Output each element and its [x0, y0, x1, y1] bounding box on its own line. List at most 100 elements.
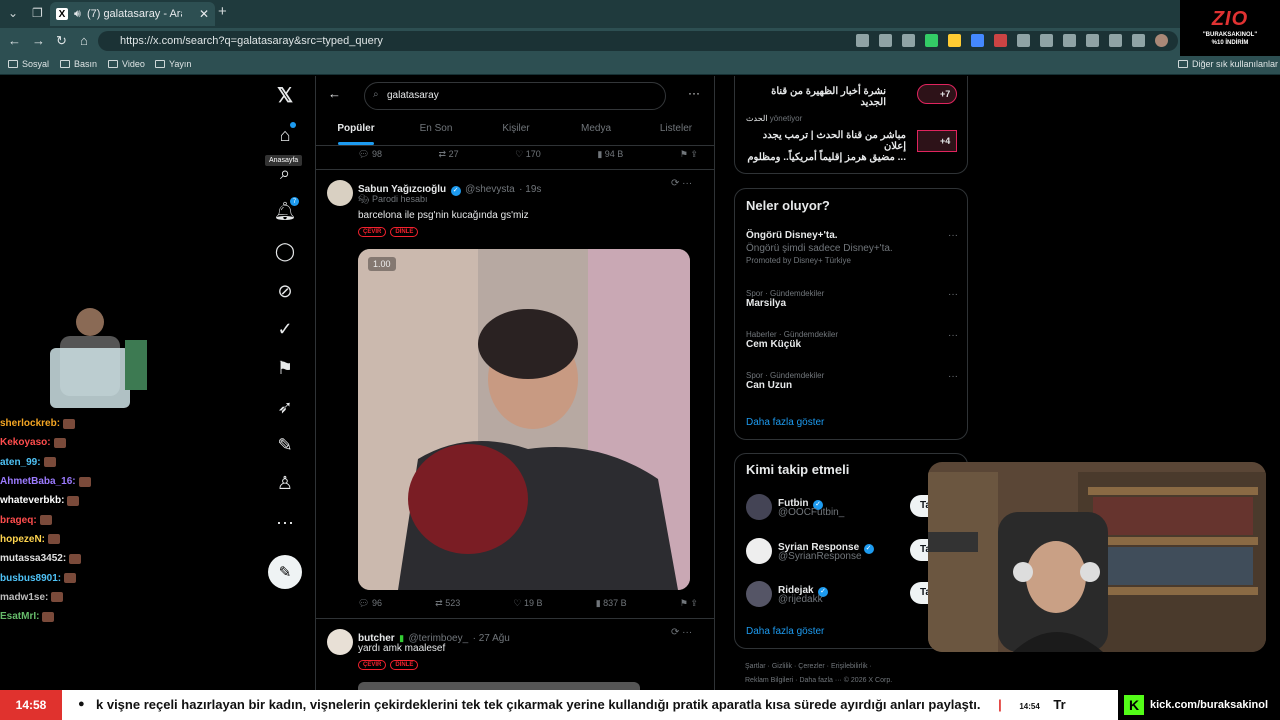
translate-chip[interactable]: ÇEVİR	[358, 660, 387, 670]
trend-more-icon[interactable]: ···	[948, 330, 958, 341]
extension-icon[interactable]	[948, 34, 961, 47]
news-badge[interactable]: +7	[917, 84, 957, 104]
lists-icon[interactable]: ✎	[270, 430, 300, 460]
chat-username[interactable]: madw1se:	[0, 592, 48, 603]
author-handle[interactable]: @shevysta	[465, 184, 515, 195]
new-tab-button[interactable]: +	[218, 3, 227, 20]
promoted-trend[interactable]: Öngörü Disney+'ta. Öngörü şimdi sadece D…	[746, 230, 958, 265]
notifications-icon[interactable]: 🔔︎ 7	[270, 196, 300, 226]
translate-chip[interactable]: ÇEVİR	[358, 227, 387, 237]
compose-button[interactable]: ✎	[268, 555, 302, 589]
emote-icon	[67, 495, 80, 506]
tab-actions-icon[interactable]: ❐	[32, 6, 43, 20]
trend-more-icon[interactable]: ···	[948, 289, 958, 300]
verified-icon[interactable]: ✓	[270, 314, 300, 344]
tweet-video[interactable]: 1.00	[358, 249, 690, 590]
chat-username[interactable]: sherlockreb:	[0, 418, 60, 429]
tab-people[interactable]: Kişiler	[476, 114, 556, 145]
trend-item[interactable]: Haberler · Gündemdekiler Cem Küçük ···	[746, 330, 958, 350]
home-icon[interactable]: ⌂	[270, 120, 300, 150]
listen-chip[interactable]: DİNLE	[390, 227, 419, 237]
back-icon[interactable]: ←	[8, 33, 21, 48]
extension-icon[interactable]	[879, 34, 892, 47]
playback-speed[interactable]: 1.00	[368, 257, 396, 271]
more-options-icon[interactable]: ···	[688, 86, 700, 100]
tab-close-icon[interactable]: ✕	[199, 7, 209, 21]
tab-media[interactable]: Medya	[556, 114, 636, 145]
chat-username[interactable]: whateverbkb:	[0, 495, 64, 506]
listen-chip[interactable]: DİNLE	[390, 660, 419, 670]
tweet-time[interactable]: · 19s	[519, 184, 541, 195]
retweet-button[interactable]: ⇄ 27	[439, 149, 459, 160]
rocket-icon[interactable]: ➶	[270, 392, 300, 422]
bookmark-folder[interactable]: Basın	[60, 59, 97, 69]
bookmark-folder[interactable]: Yayın	[155, 59, 191, 69]
trend-more-icon[interactable]: ···	[948, 230, 958, 241]
trend-item[interactable]: Spor · Gündemdekiler Can Uzun ···	[746, 371, 958, 391]
bookmarks-icon[interactable]: ⚑	[270, 353, 300, 383]
news-item-text[interactable]: نشرة أخبار الظهيرة من قناة الجديد	[746, 86, 886, 108]
tweet-card[interactable]: Sabun Yağızcıoğlu ✓ @shevysta · 19s ⟳ ··…	[316, 169, 714, 617]
tweet-more-icon[interactable]: ⟳ ···	[671, 627, 692, 638]
news-badge[interactable]: +4	[917, 130, 957, 152]
extension-icon[interactable]	[856, 34, 869, 47]
chat-username[interactable]: Kekoyaso:	[0, 437, 51, 448]
bookmark-folder[interactable]: Video	[108, 59, 145, 69]
avatar[interactable]	[327, 629, 353, 655]
messages-icon[interactable]: ◯	[270, 236, 300, 266]
extension-icon[interactable]	[1132, 34, 1145, 47]
tab-popular[interactable]: Popüler	[316, 114, 396, 145]
search-input[interactable]: ⌕ galatasaray	[364, 82, 666, 110]
bookmark-button[interactable]: ⚑ ⇪	[680, 598, 698, 609]
bookmark-folder[interactable]: Sosyal	[8, 59, 49, 69]
chat-username[interactable]: hopezeN:	[0, 534, 45, 545]
show-more-follow-link[interactable]: Daha fazla göster	[746, 626, 824, 637]
reload-icon[interactable]: ↻	[56, 33, 67, 49]
browser-tab[interactable]: X 🔊︎ (7) galatasaray - Arama / X ✕	[50, 2, 215, 26]
extension-icon[interactable]	[1040, 34, 1053, 47]
extension-icon[interactable]	[1109, 34, 1122, 47]
reply-button[interactable]: 💬︎ 98	[358, 149, 382, 160]
home-icon[interactable]: ⌂	[80, 33, 88, 48]
profile-avatar-icon[interactable]	[1155, 34, 1168, 47]
more-icon[interactable]: ⋯	[270, 508, 300, 538]
profile-icon[interactable]: ♙	[270, 468, 300, 498]
chat-username[interactable]: mutassa3452:	[0, 553, 66, 564]
extension-icon[interactable]	[902, 34, 915, 47]
chat-username[interactable]: aten_99:	[0, 457, 41, 468]
speaker-icon[interactable]: 🔊︎	[74, 8, 81, 21]
x-logo-icon[interactable]: 𝕏	[270, 80, 300, 110]
back-arrow-icon[interactable]: ←	[328, 86, 341, 101]
like-button[interactable]: ♡ 170	[515, 149, 541, 160]
chat-username[interactable]: EsatMrI:	[0, 611, 39, 622]
chat-username[interactable]: brageq:	[0, 515, 37, 526]
extension-icon[interactable]	[1063, 34, 1076, 47]
trend-more-icon[interactable]: ···	[948, 371, 958, 382]
show-more-trends-link[interactable]: Daha fazla göster	[746, 417, 824, 428]
tweet-card[interactable]: butcher ▮ @terimboey_ · 27 Ağu ⟳ ··· yar…	[316, 618, 714, 696]
tab-lists[interactable]: Listeler	[636, 114, 714, 145]
bookmark-button[interactable]: ⚑ ⇪	[680, 149, 698, 160]
extension-icon[interactable]	[971, 34, 984, 47]
tweet-time[interactable]: · 27 Ağu	[473, 633, 510, 644]
tweet-more-icon[interactable]: ⟳ ···	[671, 178, 692, 189]
forward-icon[interactable]: →	[32, 33, 45, 48]
like-button[interactable]: ♡ 19 B	[513, 598, 542, 609]
extension-icon[interactable]	[1086, 34, 1099, 47]
news-item-text-2[interactable]: مباشر من قناة الحدث | ترمب يجدد إعلان مض…	[746, 130, 906, 163]
extension-icon[interactable]	[925, 34, 938, 47]
chat-username[interactable]: busbus8901:	[0, 573, 61, 584]
views-button[interactable]: ▮ 837 B	[596, 598, 627, 609]
trend-item[interactable]: Spor · Gündemdekiler Marsilya ···	[746, 289, 958, 309]
chat-username[interactable]: AhmetBaba_16:	[0, 476, 76, 487]
avatar[interactable]	[327, 180, 353, 206]
extension-icon[interactable]	[1017, 34, 1030, 47]
tab-menu-icon[interactable]: ⌄	[8, 6, 18, 20]
reply-button[interactable]: 💬︎ 96	[358, 598, 382, 609]
bookmark-folder-other[interactable]: Diğer sık kullanılanlar	[1178, 59, 1278, 69]
tab-latest[interactable]: En Son	[396, 114, 476, 145]
grok-icon[interactable]: ⊘	[270, 276, 300, 306]
retweet-button[interactable]: ⇄ 523	[435, 598, 460, 609]
views-button[interactable]: ▮ 94 B	[597, 149, 623, 160]
extension-icon[interactable]	[994, 34, 1007, 47]
